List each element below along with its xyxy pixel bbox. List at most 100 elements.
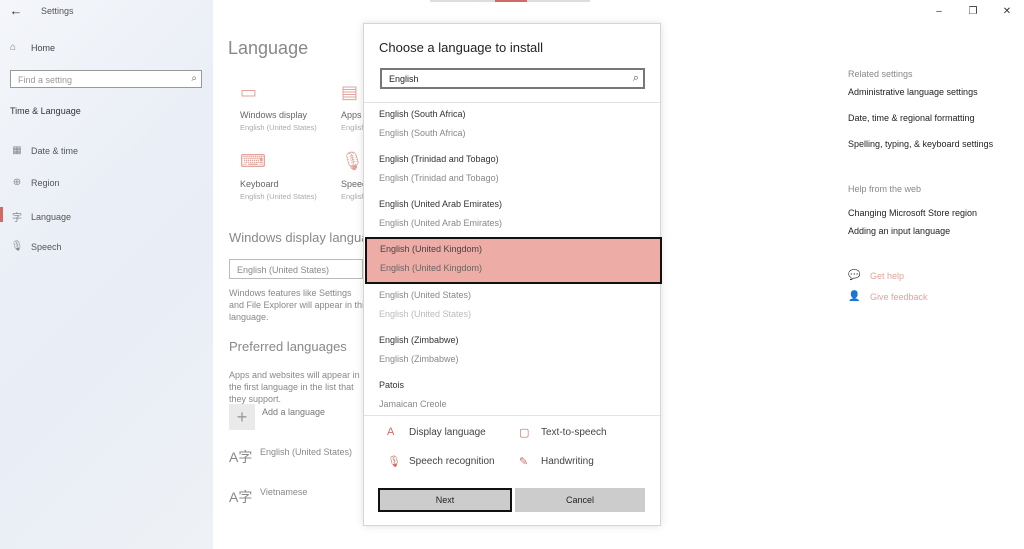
sidebar-search-placeholder: Find a setting [18,75,73,85]
display-language-heading: Windows display language [229,230,383,245]
sidebar-item-date-time[interactable]: ▦ Date & time [10,145,78,156]
admin-language-link[interactable]: Administrative language settings [848,87,978,97]
feature-handwriting: ✎ Handwriting [519,455,594,468]
language-name: Patois [379,380,405,390]
sidebar-search-input[interactable]: Find a setting ⌕ [10,70,202,88]
feature-text-to-speech: ▢ Text-to-speech [519,426,607,439]
feature-display-language: A Display language [387,426,486,438]
language-name: English (United Kingdom) [380,244,483,254]
store-region-link[interactable]: Changing Microsoft Store region [848,208,977,218]
feature-label: Speech recognition [409,456,495,467]
tile-subtitle: English (United States) [240,123,317,132]
language-list[interactable]: English (South Africa) English (South Af… [364,102,662,416]
next-button[interactable]: Next [378,488,512,512]
feature-label: Display language [409,426,486,438]
language-native-name: English (United Arab Emirates) [379,218,503,228]
search-icon: ⌕ [632,72,639,84]
sidebar-item-label: Region [31,177,60,188]
calendar-icon: ▦ [12,145,22,156]
microphone-icon: 🎙 [10,241,24,252]
language-icon: A字 [229,449,253,465]
language-list-item-installed: English (United States) English (United … [364,284,662,329]
language-icon: 字 [12,213,22,224]
app-title: Settings [41,6,74,16]
feature-speech-recognition: 🎙 Speech recognition [387,455,495,468]
language-search-value: English [389,74,419,84]
get-help-link[interactable]: 💬 Get help [848,270,904,281]
preferred-language-item[interactable]: A字 English (United States) [229,447,352,467]
display-language-icon: A [387,426,395,438]
dialog-title: Choose a language to install [379,40,544,55]
display-language-value: English (United States) [237,265,330,275]
language-name: English (Zimbabwe) [379,335,459,345]
get-help-label: Get help [870,270,905,281]
language-search-input[interactable]: English ⌕ [380,68,645,89]
preferred-languages-heading: Preferred languages [229,339,347,354]
related-settings: Related settings [848,69,913,79]
language-list-item[interactable]: English (United Arab Emirates) English (… [364,193,662,238]
give-feedback-link[interactable]: 👤 Give feedback [848,291,928,302]
plus-icon: + [229,404,255,430]
add-language-button[interactable]: + Add a language [229,404,325,430]
sidebar-section-title: Time & Language [10,106,81,116]
tile-subtitle: English (United States) [240,192,317,201]
language-icon: A字 [229,489,253,505]
sidebar-home-label: Home [31,42,56,53]
regional-formatting-link[interactable]: Date, time & regional formatting [848,113,975,123]
related-settings-heading: Related settings [848,69,913,79]
globe-icon: ⊕ [12,177,22,188]
display-language-dropdown[interactable]: English (United States) [229,259,363,279]
language-list-item[interactable]: English (Trinidad and Tobago) English (T… [364,148,662,193]
language-native-name: English (Zimbabwe) [379,354,459,364]
tile-windows-display[interactable]: ▭ Windows display English (United States… [240,82,340,132]
handwriting-icon: ✎ [519,456,529,468]
sidebar-item-label: Speech [31,241,62,252]
tile-title: Windows display [240,110,308,120]
feature-label: Handwriting [541,456,594,467]
home-icon: ⌂ [10,42,17,53]
page-title: Language [228,38,309,58]
chat-help-icon: 💬 [848,270,861,281]
spelling-typing-link[interactable]: Spelling, typing, & keyboard settings [848,139,993,149]
sidebar-home[interactable]: ⌂ Home [10,42,55,53]
feature-label: Text-to-speech [541,427,607,438]
preferred-language-label: English (United States) [260,447,353,457]
language-list-item[interactable]: English (Zimbabwe) English (Zimbabwe) [364,329,662,374]
language-native-name: English (United Kingdom) [380,263,483,273]
language-install-dialog: Choose a language to install English ⌕ E… [363,23,662,526]
feedback-icon: 👤 [848,291,861,302]
tile-keyboard[interactable]: ⌨ Keyboard English (United States) [240,151,340,201]
monitor-icon: ▭ [240,82,258,102]
sidebar-item-label: Date & time [31,145,79,156]
language-native-name: Jamaican Creole [379,399,447,409]
language-list-item[interactable]: Patois Jamaican Creole [364,374,662,415]
language-name: English (South Africa) [379,109,466,119]
sidebar-item-label: Language [31,211,72,222]
preferred-languages-description: Apps and websites will appear in the fir… [229,370,360,404]
keyboard-icon: ⌨ [240,151,266,171]
display-language-description: Windows features like Settings and File … [229,288,369,322]
language-native-name: English (Trinidad and Tobago) [379,173,499,183]
preferred-language-item[interactable]: A字 Vietnamese [229,487,307,507]
tile-title: Keyboard [240,179,279,189]
sidebar-item-speech[interactable]: 🎙 Speech [10,241,62,252]
cancel-button[interactable]: Cancel [515,488,645,512]
sidebar-item-region[interactable]: ⊕ Region [10,177,60,188]
language-list-item[interactable]: English (South Africa) English (South Af… [364,103,662,148]
sidebar-item-language[interactable]: 字 Language [0,207,72,224]
add-language-label: Add a language [262,407,326,417]
language-name: English (United States) [379,290,472,300]
give-feedback-label: Give feedback [870,291,928,302]
language-native-name: English (South Africa) [379,128,466,138]
language-name: English (United Arab Emirates) [379,199,503,209]
text-to-speech-icon: ▢ [519,427,530,439]
back-button[interactable]: ← [8,3,24,19]
preferred-language-label: Vietnamese [260,487,308,497]
microphone-icon: 🎙 [387,456,401,468]
sidebar: ⌂ Home Find a setting ⌕ Time & Language … [0,0,213,549]
language-list-item-selected[interactable]: English (United Kingdom) English (United… [365,237,662,284]
web-help: Help from the web [848,184,921,194]
search-icon: ⌕ [191,73,197,84]
input-language-link[interactable]: Adding an input language [848,226,950,236]
web-help-heading: Help from the web [848,184,922,194]
